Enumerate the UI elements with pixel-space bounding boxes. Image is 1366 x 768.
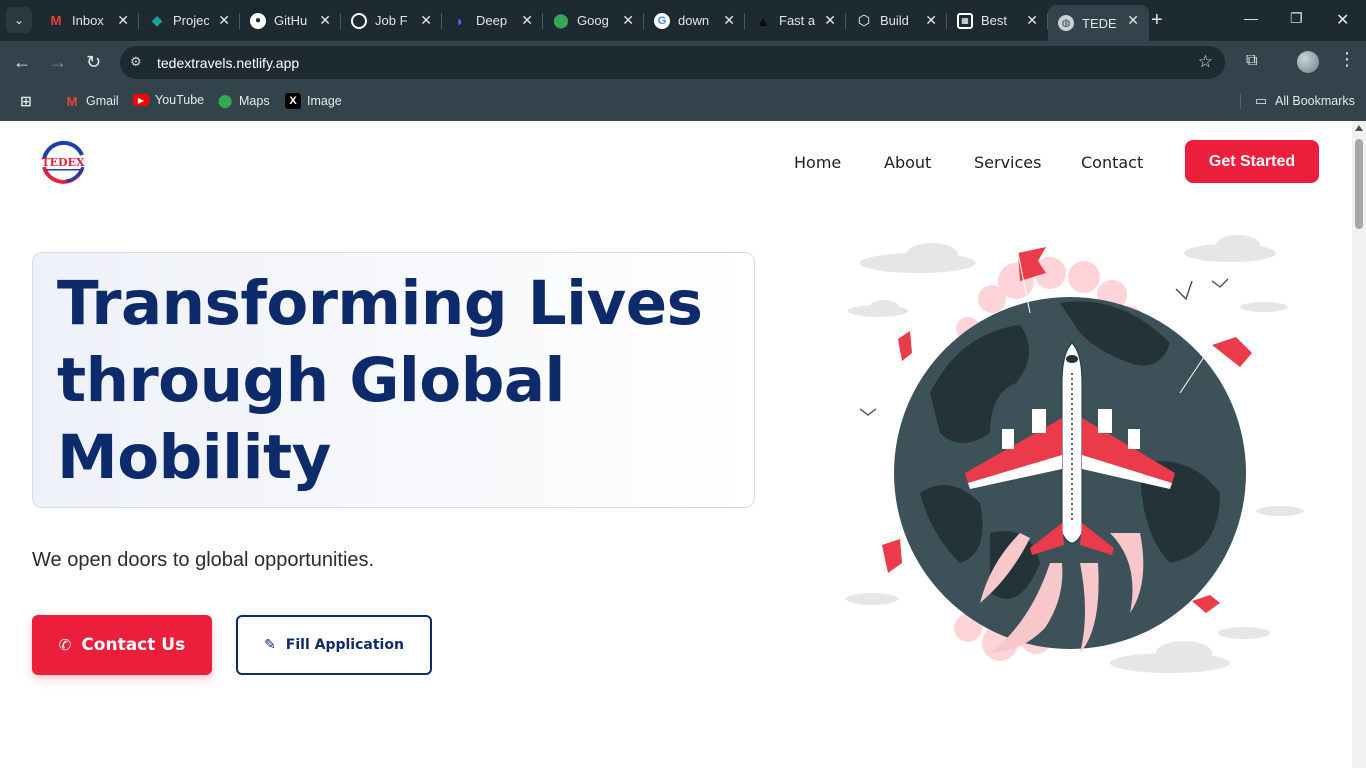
bookmark-maps[interactable]: ⬤ Maps (217, 93, 270, 109)
tab-google-search[interactable]: G down ✕ (644, 5, 745, 36)
nav-contact[interactable]: Contact (1081, 153, 1143, 172)
close-tab-icon[interactable]: ✕ (420, 12, 432, 29)
site-settings-icon[interactable]: ⚙ (130, 54, 142, 70)
minimize-icon[interactable]: — (1244, 10, 1258, 26)
fill-application-button[interactable]: ✎ Fill Application (236, 615, 432, 675)
diamond-icon: ◆ (151, 12, 163, 28)
fill-application-label: Fill Application (285, 637, 404, 653)
gmail-icon: M (50, 13, 62, 28)
gmail-icon: M (66, 93, 78, 109)
cube-icon: ⬡ (857, 12, 871, 28)
grid-icon: ▦ (957, 12, 973, 29)
bookmarks-bar: ⊞ M Gmail ▶ YouTube ⬤ Maps X Image ▭ All… (0, 85, 1366, 121)
close-tab-icon[interactable]: ✕ (723, 12, 735, 29)
new-tab-plus-icon[interactable]: + (1151, 9, 1163, 32)
extensions-puzzle-icon[interactable]: ⧉ (1246, 52, 1257, 70)
hero-title-card: Transforming Lives through Global Mobili… (32, 252, 755, 508)
whatsapp-icon: ✆ (58, 636, 72, 654)
menu-kebab-icon[interactable]: ⋮ (1338, 49, 1356, 70)
close-tab-icon[interactable]: ✕ (1026, 12, 1038, 29)
tab-project[interactable]: ◆ Projec ✕ (139, 5, 240, 36)
bird-icon: ▲ (756, 12, 770, 29)
bookmark-label: YouTube (155, 93, 205, 107)
scroll-up-arrow-icon[interactable] (1355, 125, 1363, 131)
tab-fast[interactable]: ▲ Fast a ✕ (745, 5, 846, 36)
reload-icon[interactable]: ↻ (86, 52, 101, 73)
bookmark-label: Gmail (86, 94, 119, 108)
hero-title: Transforming Lives through Global Mobili… (57, 268, 703, 493)
tab-tedex-active[interactable]: ◍ TEDE ✕ (1048, 5, 1149, 41)
nav-services[interactable]: Services (974, 153, 1041, 172)
tab-search-chevron-icon[interactable]: ⌄ (6, 7, 32, 33)
tab-label: Best (981, 13, 1008, 28)
bookmark-youtube[interactable]: ▶ YouTube (133, 93, 204, 107)
folder-icon: ▭ (1254, 93, 1268, 108)
nav-about[interactable]: About (884, 153, 931, 172)
logo-text: TEDEX (41, 156, 84, 169)
back-arrow-icon[interactable]: ← (13, 52, 31, 73)
youtube-icon: ▶ (133, 94, 149, 106)
browser-tab-strip: ⌄ M Inbox ✕ ◆ Projec ✕ ● GitHu ✕ Job F ✕… (0, 0, 1366, 41)
tab-label: Projec (173, 13, 209, 28)
all-bookmarks-label: All Bookmarks (1275, 94, 1355, 108)
close-tab-icon[interactable]: ✕ (319, 12, 331, 29)
tab-label: Deep (476, 13, 508, 28)
page-scrollbar[interactable] (1352, 121, 1366, 768)
tab-deepseek[interactable]: ◗ Deep ✕ (442, 5, 543, 36)
close-tab-icon[interactable]: ✕ (521, 12, 533, 29)
bookmark-gmail[interactable]: M Gmail (64, 93, 119, 109)
deepseek-icon: ◗ (455, 12, 465, 29)
bookmark-star-icon[interactable]: ☆ (1198, 52, 1213, 72)
tab-label: TEDE (1082, 15, 1117, 31)
tab-github[interactable]: ● GitHu ✕ (240, 5, 341, 36)
tab-gmail[interactable]: M Inbox ✕ (38, 5, 139, 36)
maps-pin-icon: ⬤ (553, 12, 569, 28)
openai-icon (351, 12, 367, 29)
close-tab-icon[interactable]: ✕ (117, 12, 129, 29)
x-icon: X (285, 93, 301, 109)
maps-pin-icon: ⬤ (217, 93, 233, 108)
nav-home[interactable]: Home (794, 153, 841, 172)
close-tab-icon[interactable]: ✕ (218, 12, 230, 29)
forward-arrow-icon[interactable]: → (49, 52, 67, 73)
bookmark-label: Image (307, 94, 342, 108)
close-tab-icon[interactable]: ✕ (622, 12, 634, 29)
bookmark-image[interactable]: X Image (285, 93, 342, 109)
hero-subtitle: We open doors to global opportunities. (32, 549, 375, 571)
close-window-icon[interactable]: ✕ (1336, 10, 1349, 30)
contact-us-button[interactable]: ✆ Contact Us (32, 615, 212, 675)
close-tab-icon[interactable]: ✕ (1127, 12, 1139, 29)
tab-google-maps[interactable]: ⬤ Goog ✕ (543, 5, 644, 36)
get-started-button[interactable]: Get Started (1185, 140, 1319, 183)
address-bar[interactable]: ⚙ tedextravels.netlify.app ☆ (120, 46, 1225, 79)
all-bookmarks[interactable]: ▭ All Bookmarks (1240, 93, 1355, 109)
globe-icon: ◍ (1058, 15, 1074, 31)
tab-label: Fast a (779, 13, 815, 28)
apps-grid-icon[interactable]: ⊞ (18, 93, 40, 109)
url-text[interactable]: tedextravels.netlify.app (157, 55, 299, 71)
edit-icon: ✎ (264, 637, 276, 653)
scroll-thumb[interactable] (1355, 139, 1363, 229)
tedex-logo[interactable]: TEDEX (36, 137, 90, 187)
tab-label: Inbox (72, 13, 104, 28)
close-tab-icon[interactable]: ✕ (824, 12, 836, 29)
bookmark-label: Maps (239, 94, 270, 108)
close-tab-icon[interactable]: ✕ (925, 12, 937, 29)
tab-job[interactable]: Job F ✕ (341, 5, 442, 36)
tab-best[interactable]: ▦ Best ✕ (947, 5, 1048, 36)
github-icon: ● (250, 12, 266, 29)
tab-label: GitHu (274, 13, 308, 28)
globe-airplane-illustration (846, 235, 1304, 673)
tab-label: down (678, 13, 710, 28)
tab-build[interactable]: ⬡ Build ✕ (846, 5, 947, 36)
web-page: TEDEX Home About Services Contact Get St… (0, 121, 1352, 768)
tab-label: Goog (577, 13, 609, 28)
profile-avatar[interactable] (1297, 51, 1319, 73)
browser-toolbar: ← → ↻ ⚙ tedextravels.netlify.app ☆ ⧉ ⋮ (0, 41, 1366, 85)
restore-icon[interactable]: ❐ (1290, 10, 1303, 27)
tab-label: Build (880, 13, 909, 28)
google-icon: G (654, 12, 670, 29)
contact-us-label: Contact Us (81, 635, 186, 655)
tab-label: Job F (375, 13, 408, 28)
